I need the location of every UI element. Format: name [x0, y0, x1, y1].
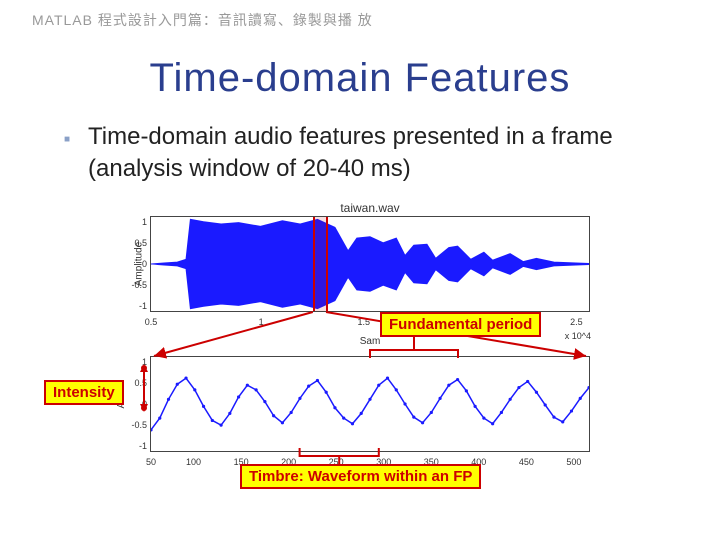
xtick: 50	[146, 457, 156, 467]
waveform-frame-chart: Al 1 0.5 0 -0.5 -1 50 100 150 200 250 30…	[150, 356, 590, 452]
bullet-list: Time-domain audio features presented in …	[28, 121, 692, 186]
figure-area: taiwan.wav Amplitude 1 0.5 0 -0.5 -1 0.5…	[40, 216, 680, 516]
header-note: MATLAB 程式設計入門篇：音訊讀寫、錄製與播 放	[32, 10, 373, 30]
ytick: 0.5	[125, 238, 147, 248]
xtick: 1.5	[357, 317, 370, 327]
ytick: -0.5	[125, 420, 147, 430]
frame-window-line	[326, 217, 328, 311]
chart-top-title: taiwan.wav	[151, 201, 589, 215]
xtick: 0.5	[145, 317, 158, 327]
ytick: -1	[125, 441, 147, 451]
waveform-frame-svg	[151, 357, 589, 451]
fundamental-period-label: Fundamental period	[380, 312, 541, 337]
timbre-label: Timbre: Waveform within an FP	[240, 464, 481, 489]
slide-title: Time-domain Features	[28, 56, 692, 101]
xtick: 500	[566, 457, 581, 467]
chart-top-exp: x 10^4	[565, 331, 591, 341]
xtick: 100	[186, 457, 201, 467]
ytick: -1	[125, 301, 147, 311]
intensity-label: Intensity	[44, 380, 124, 405]
intensity-arrow-icon	[138, 364, 150, 412]
xtick: 2.5	[570, 317, 583, 327]
chart-top-yticks: 1 0.5 0 -0.5 -1	[125, 217, 147, 311]
ytick: 0	[125, 259, 147, 269]
waveform-full-chart: taiwan.wav Amplitude 1 0.5 0 -0.5 -1 0.5…	[150, 216, 590, 312]
chart-top-xlabel: Sam	[151, 336, 589, 347]
slide: MATLAB 程式設計入門篇：音訊讀寫、錄製與播 放 Time-domain F…	[0, 0, 720, 540]
ytick: 1	[125, 217, 147, 227]
bullet-item: Time-domain audio features presented in …	[64, 121, 676, 186]
xtick: 1	[259, 317, 264, 327]
waveform-full-svg	[151, 217, 589, 311]
frame-window-line	[313, 217, 315, 311]
xtick: 450	[519, 457, 534, 467]
ytick: -0.5	[125, 280, 147, 290]
